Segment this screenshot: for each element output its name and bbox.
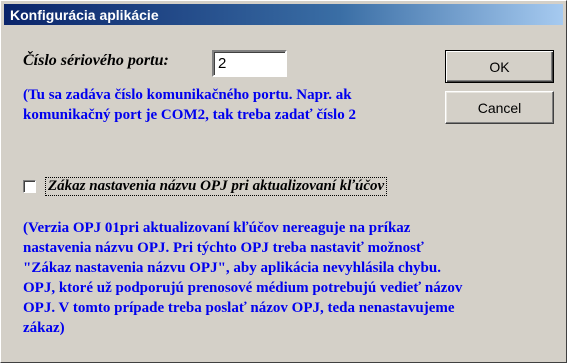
opj-info: (Verzia OPJ 01pri aktualizovaní kľúčov n…	[23, 218, 553, 338]
info-line: OPJ, ktoré už podporujú prenosové médium…	[23, 280, 463, 296]
serial-port-input[interactable]: 2	[212, 50, 287, 77]
info-line: OPJ. V tomto prípade treba poslať názov …	[23, 300, 455, 316]
ok-button[interactable]: OK	[445, 50, 554, 83]
info-line: zákaz)	[23, 320, 65, 336]
window-title: Konfigurácia aplikácie	[10, 6, 159, 23]
info-line: nastavenia názvu OPJ. Pri týchto OPJ tre…	[23, 240, 424, 256]
disable-opj-name-option[interactable]: Zákaz nastavenia názvu OPJ pri aktualizo…	[23, 177, 388, 196]
config-dialog: Konfigurácia aplikácie Číslo sériového p…	[0, 0, 567, 363]
serial-port-info: (Tu sa zadáva číslo komunikačného portu.…	[23, 85, 443, 125]
disable-opj-name-label[interactable]: Zákaz nastavenia názvu OPJ pri aktualizo…	[45, 177, 388, 196]
cancel-button[interactable]: Cancel	[445, 91, 554, 124]
title-bar[interactable]: Konfigurácia aplikácie	[4, 4, 563, 25]
disable-opj-name-checkbox[interactable]	[23, 180, 36, 193]
info-line: "Zákaz nastavenia názvu OPJ", aby apliká…	[23, 260, 441, 276]
serial-port-label: Číslo sériového portu:	[23, 52, 169, 69]
info-line: (Verzia OPJ 01pri aktualizovaní kľúčov n…	[23, 220, 411, 236]
info-line: komunikačný port je COM2, tak treba zada…	[23, 107, 356, 123]
info-line: (Tu sa zadáva číslo komunikačného portu.…	[23, 87, 352, 103]
